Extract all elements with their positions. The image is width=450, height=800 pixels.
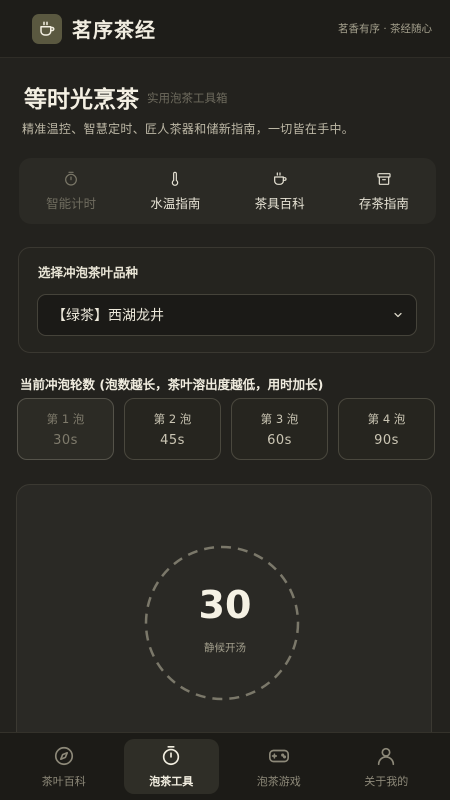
timer-icon	[163, 745, 180, 765]
compass-icon	[54, 746, 73, 765]
round-button-3[interactable]: 第 3 泡 60s	[231, 398, 328, 460]
page-subtitle: 实用泡茶工具箱	[147, 91, 228, 105]
nav-label: 关于我的	[364, 774, 409, 788]
tab-tea-storage[interactable]: 存茶指南	[332, 158, 436, 224]
thermometer-icon	[172, 171, 179, 186]
timer-status: 静候开汤	[204, 642, 246, 654]
page-description: 精准温控、智慧定时、匠人茶器和储新指南，一切皆在手中。	[22, 122, 355, 136]
bottom-nav: 茶叶百科 泡茶工具 泡茶游戏 关于我的	[0, 732, 450, 800]
logo	[32, 13, 62, 44]
nav-label: 泡茶工具	[149, 774, 194, 788]
round-time: 30s	[53, 432, 78, 448]
app-motto: 茗香有序 · 茶经随心	[337, 23, 432, 35]
tool-tabs: 智能计时 水温指南 茶具百科 存茶指南	[19, 158, 436, 224]
nav-label: 茶叶百科	[41, 774, 86, 788]
timer-countdown: 30	[198, 583, 252, 627]
nav-item-tea-encyclopedia[interactable]: 茶叶百科	[16, 739, 112, 794]
tab-water-temp[interactable]: 水温指南	[123, 158, 227, 224]
round-name: 第 3 泡	[260, 411, 299, 426]
variety-label: 选择冲泡茶叶品种	[38, 265, 139, 280]
tab-label: 智能计时	[46, 195, 97, 211]
round-time: 45s	[160, 432, 185, 448]
variety-selected-value: 【绿茶】西湖龙井	[52, 308, 164, 324]
round-time: 60s	[267, 432, 292, 448]
gamepad-icon	[268, 749, 289, 762]
tab-label: 水温指南	[150, 195, 201, 211]
rounds-label: 当前冲泡轮数 (泡数越长，茶叶溶出度越低，用时加长)	[20, 377, 324, 392]
user-icon	[378, 747, 395, 765]
nav-label: 泡茶游戏	[256, 774, 301, 788]
tab-label: 存茶指南	[358, 195, 409, 211]
round-button-4[interactable]: 第 4 泡 90s	[338, 398, 435, 460]
variety-select[interactable]: 【绿茶】西湖龙井	[37, 294, 417, 336]
nav-item-tea-games[interactable]: 泡茶游戏	[231, 739, 327, 794]
timer-card: 30 静候开汤	[16, 484, 432, 754]
round-name: 第 4 泡	[367, 411, 406, 426]
archive-box-icon	[377, 172, 391, 185]
page-title: 等时光烹茶	[24, 86, 139, 113]
round-selector: 第 1 泡 30s 第 2 泡 45s 第 3 泡 60s 第 4 泡 90s	[17, 398, 435, 460]
tab-teaware[interactable]: 茶具百科	[228, 158, 332, 224]
nav-item-brew-tools[interactable]: 泡茶工具	[123, 739, 219, 794]
round-time: 90s	[374, 432, 399, 448]
round-button-2[interactable]: 第 2 泡 45s	[124, 398, 221, 460]
app-title: 茗序茶经	[72, 18, 156, 42]
stopwatch-icon	[65, 171, 78, 186]
round-name: 第 2 泡	[153, 411, 192, 426]
tab-label: 茶具百科	[254, 195, 305, 211]
round-button-1[interactable]: 第 1 泡 30s	[17, 398, 114, 460]
tea-cup-icon	[273, 171, 287, 185]
tab-smart-timer[interactable]: 智能计时	[19, 158, 123, 224]
nav-item-about-me[interactable]: 关于我的	[339, 739, 435, 794]
tea-cup-icon	[40, 21, 55, 36]
app-header: 茗序茶经 茗香有序 · 茶经随心	[0, 0, 450, 58]
variety-card: 选择冲泡茶叶品种 【绿茶】西湖龙井	[18, 247, 435, 353]
app-screen: 茗序茶经 茗香有序 · 茶经随心 等时光烹茶 实用泡茶工具箱 精准温控、智慧定时…	[0, 0, 450, 800]
round-name: 第 1 泡	[46, 411, 85, 426]
chevron-down-icon	[394, 312, 402, 318]
